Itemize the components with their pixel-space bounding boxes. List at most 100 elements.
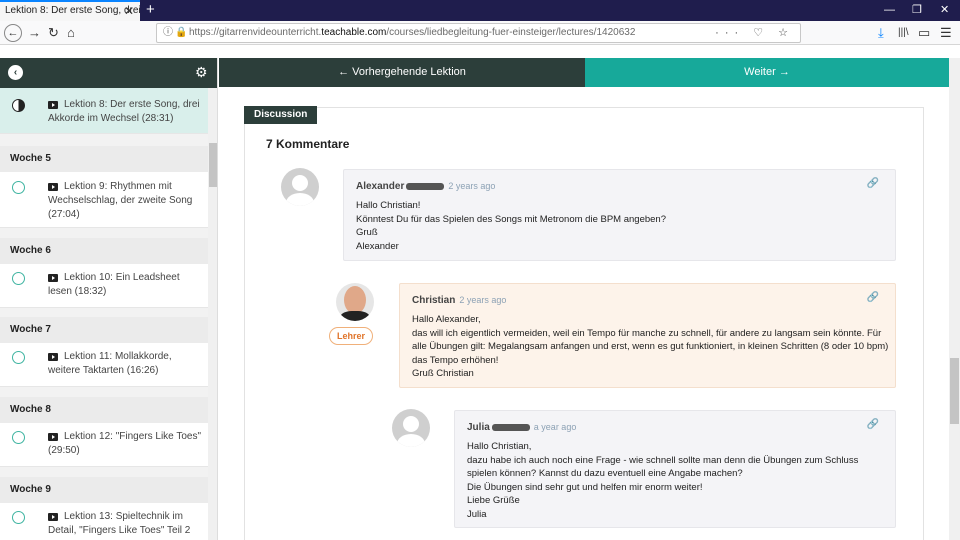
browser-tab-active[interactable]: Lektion 8: Der erste Song, drei Akko ✕	[0, 0, 140, 21]
discussion-tag: Discussion	[244, 106, 318, 124]
lesson-title: Lektion 10: Ein Leadsheet lesen (18:32)	[48, 272, 180, 297]
incomplete-circle-icon	[12, 511, 25, 524]
library-icon[interactable]: |||\	[898, 23, 909, 43]
comment-time: a year ago	[533, 422, 577, 432]
comment-line: Gruß	[356, 227, 378, 238]
incomplete-circle-icon	[12, 351, 25, 364]
page-scrollbar-thumb[interactable]	[950, 358, 959, 424]
comment-line: spielen können? Kannst du dazu eventuell…	[467, 468, 743, 479]
comment-header: Christian 2 years ago	[412, 295, 506, 306]
sidebar-toggle-icon[interactable]: ▭	[918, 23, 930, 43]
incomplete-circle-icon	[12, 431, 25, 444]
avatar	[336, 283, 374, 321]
week-header: Woche 6	[0, 238, 208, 264]
comment-header: Alexander 2 years ago	[356, 181, 495, 192]
in-progress-icon	[12, 99, 25, 112]
comment: Christian 2 years ago 🔗 Hallo Alexander, …	[399, 283, 896, 388]
comment-body: Hallo Christian, dazu habe ich auch noch…	[467, 440, 858, 521]
browser-tab-strip: Lektion 8: Der erste Song, drei Akko ✕ +…	[0, 0, 960, 21]
comment: Alexander 2 years ago 🔗 Hallo Christian! …	[343, 169, 896, 261]
redaction-bar	[491, 423, 530, 431]
week-header: Woche 5	[0, 146, 208, 172]
tab-close-icon[interactable]: ✕	[124, 2, 134, 20]
comment-line: Hallo Christian,	[467, 441, 532, 452]
arrow-left-icon: ←	[338, 66, 350, 78]
download-icon[interactable]: ⤓	[878, 23, 884, 43]
avatar	[392, 409, 430, 447]
comment-header: Julia a year ago	[467, 422, 576, 433]
next-lesson-button[interactable]: Weiter →	[585, 58, 949, 87]
comment-line: das will ich eigentlich vermeiden, weil …	[412, 327, 882, 339]
lesson-item[interactable]: Lektion 13: Spieltechnik im Detail, "Fin…	[0, 503, 208, 540]
menu-icon[interactable]: ☰	[940, 23, 952, 43]
gear-icon[interactable]: ⚙	[195, 64, 208, 81]
comment-count: 7 Kommentare	[266, 137, 350, 151]
back-to-course-icon[interactable]: ‹	[8, 65, 23, 80]
course-sidebar: ‹ ⚙ Lektion 8: Der erste Song, drei Akko…	[0, 58, 218, 540]
comment-line: Die Übungen sind sehr gut und helfen mir…	[467, 481, 703, 493]
comment-body: Hallo Alexander, das will ich eigentlich…	[412, 313, 888, 381]
permalink-icon[interactable]: 🔗	[867, 292, 879, 303]
url-path: /courses/liedbegleitung-fuer-einsteiger/…	[386, 27, 636, 38]
comment-time: 2 years ago	[448, 181, 496, 191]
comment-line: Alexander	[356, 240, 399, 252]
lesson-item[interactable]: Lektion 10: Ein Leadsheet lesen (18:32)	[0, 264, 208, 308]
lecture-content: Discussion 7 Kommentare Alexander 2 years…	[219, 87, 949, 540]
comment-author[interactable]: Alexander	[356, 181, 404, 192]
lesson-title: Lektion 9: Rhythmen mit Wechselschlag, d…	[48, 181, 193, 220]
sidebar-scrollbar-thumb[interactable]	[209, 143, 217, 187]
info-icon[interactable]: ⓘ	[163, 24, 173, 42]
comment-line: dazu habe ich auch noch eine Frage - wie…	[467, 454, 859, 466]
comment-line: Gruß Christian	[412, 368, 474, 379]
redaction-bar	[406, 182, 445, 190]
lesson-item[interactable]: Lektion 11: Mollakkorde, weitere Taktart…	[0, 343, 208, 387]
week-header: Woche 8	[0, 397, 208, 423]
comment: Julia a year ago 🔗 Hallo Christian, dazu …	[454, 410, 896, 528]
page-scrollbar[interactable]	[949, 58, 960, 540]
week-header: Woche 7	[0, 317, 208, 343]
week-header: Woche 9	[0, 477, 208, 503]
url-prefix: https://gitarrenvideounterricht.	[189, 27, 322, 38]
minimize-button[interactable]: —	[884, 0, 895, 20]
previous-lesson-button[interactable]: ← Vorhergehende Lektion	[219, 58, 585, 87]
comment-author[interactable]: Christian	[412, 295, 455, 306]
comment-line: Liebe Grüße	[467, 495, 520, 506]
browser-navbar: ← → ↻ ⌂ ⓘ 🔒 https://gitarrenvideounterri…	[0, 21, 960, 45]
lesson-item-current[interactable]: Lektion 8: Der erste Song, drei Akkorde …	[0, 88, 208, 134]
window-close-button[interactable]: ✕	[940, 0, 949, 20]
permalink-icon[interactable]: 🔗	[867, 419, 879, 430]
page-actions-icons[interactable]: ··· ♡ ☆	[715, 24, 794, 42]
lesson-title: Lektion 11: Mollakkorde, weitere Taktart…	[48, 351, 172, 376]
comment-author[interactable]: Julia	[467, 422, 490, 433]
url-bar[interactable]: ⓘ 🔒 https://gitarrenvideounterricht.teac…	[156, 23, 801, 43]
new-tab-button[interactable]: +	[146, 0, 155, 20]
back-arrow-icon[interactable]: ←	[4, 24, 22, 42]
next-lesson-label: Weiter	[744, 66, 776, 78]
comment-body: Hallo Christian! Könntest Du für das Spi…	[356, 199, 666, 253]
lesson-title: Lektion 13: Spieltechnik im Detail, "Fin…	[48, 511, 191, 536]
teacher-badge: Lehrer	[329, 327, 374, 345]
url-domain: teachable.com	[321, 27, 387, 38]
permalink-icon[interactable]: 🔗	[867, 178, 879, 189]
sidebar-header: ‹ ⚙	[0, 58, 217, 88]
lock-icon: 🔒	[175, 27, 188, 38]
comment-line: Könntest Du für das Spielen des Songs mi…	[356, 213, 666, 225]
lesson-item[interactable]: Lektion 12: "Fingers Like Toes" (29:50)	[0, 423, 208, 467]
avatar	[281, 168, 319, 206]
sidebar-scrollbar[interactable]	[208, 88, 217, 540]
comment-line: alle Übungen gilt: Megalangsam anfangen …	[412, 341, 889, 352]
reload-icon[interactable]: ↻	[48, 23, 59, 43]
incomplete-circle-icon	[12, 272, 25, 285]
comment-line: Julia	[467, 508, 487, 520]
lesson-title: Lektion 8: Der erste Song, drei Akkorde …	[48, 99, 200, 124]
comment-line: Hallo Alexander,	[412, 314, 481, 325]
comment-time: 2 years ago	[459, 295, 507, 305]
restore-button[interactable]: ❐	[912, 0, 922, 20]
forward-arrow-icon[interactable]: →	[28, 23, 41, 43]
home-icon[interactable]: ⌂	[67, 23, 75, 43]
comment-line: das Tempo erhöhen!	[412, 354, 499, 366]
incomplete-circle-icon	[12, 181, 25, 194]
arrow-right-icon: →	[778, 66, 790, 78]
comment-line: Hallo Christian!	[356, 200, 421, 211]
lesson-item[interactable]: Lektion 9: Rhythmen mit Wechselschlag, d…	[0, 172, 208, 228]
